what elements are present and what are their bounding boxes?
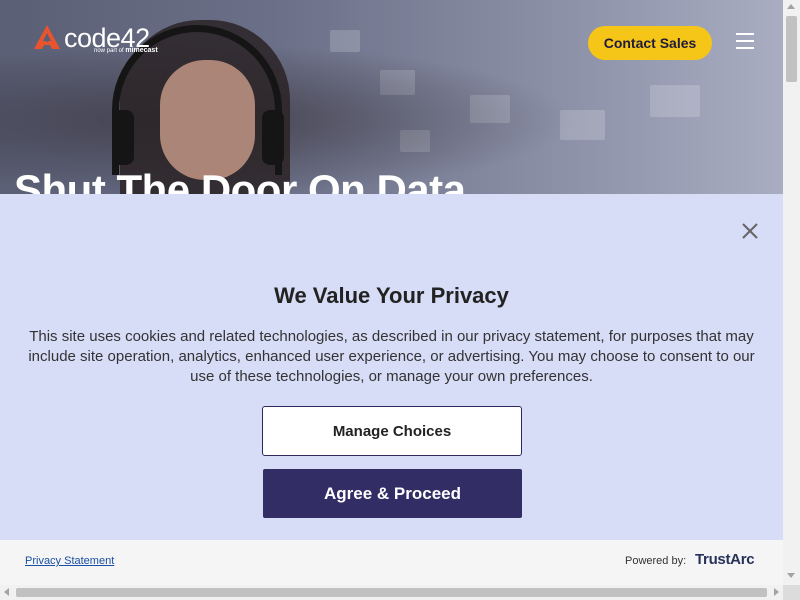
trustarc-logo[interactable]: TrustArc (695, 551, 755, 568)
code42-logo-icon (34, 25, 60, 49)
headphone-right-cup (262, 110, 284, 165)
scroll-right-arrow-icon[interactable] (774, 588, 779, 596)
powered-by-label: Powered by: (625, 555, 687, 567)
scroll-left-arrow-icon[interactable] (4, 588, 9, 596)
trustarc-wordmark: TrustArc (695, 551, 755, 568)
scroll-up-arrow-icon[interactable] (787, 4, 795, 9)
privacy-statement-link[interactable]: Privacy Statement (25, 555, 114, 567)
hero-section: code42 now part of mimecast Contact Sale… (0, 0, 783, 194)
vertical-scrollbar[interactable] (783, 0, 800, 585)
privacy-banner-body: This site uses cookies and related techn… (28, 328, 755, 385)
horizontal-scroll-thumb[interactable] (16, 588, 767, 597)
agree-proceed-button[interactable]: Agree & Proceed (263, 469, 522, 518)
close-icon[interactable] (741, 222, 759, 240)
vertical-scroll-thumb[interactable] (786, 16, 797, 82)
scroll-down-arrow-icon[interactable] (787, 573, 795, 578)
logo-subtitle: now part of mimecast (94, 47, 158, 54)
hamburger-menu-icon[interactable] (736, 33, 754, 49)
headphone-left-cup (112, 110, 134, 165)
manage-choices-button[interactable]: Manage Choices (262, 406, 522, 456)
privacy-banner-title: We Value Your Privacy (274, 283, 509, 308)
logo-subtitle-prefix: now part of (94, 48, 124, 54)
logo-subtitle-brand: mimecast (125, 47, 158, 54)
page: code42 now part of mimecast Contact Sale… (0, 0, 783, 585)
hero-title: Shut The Door On Data (14, 166, 466, 194)
contact-sales-button[interactable]: Contact Sales (588, 26, 712, 60)
scrollbar-corner (783, 585, 800, 600)
